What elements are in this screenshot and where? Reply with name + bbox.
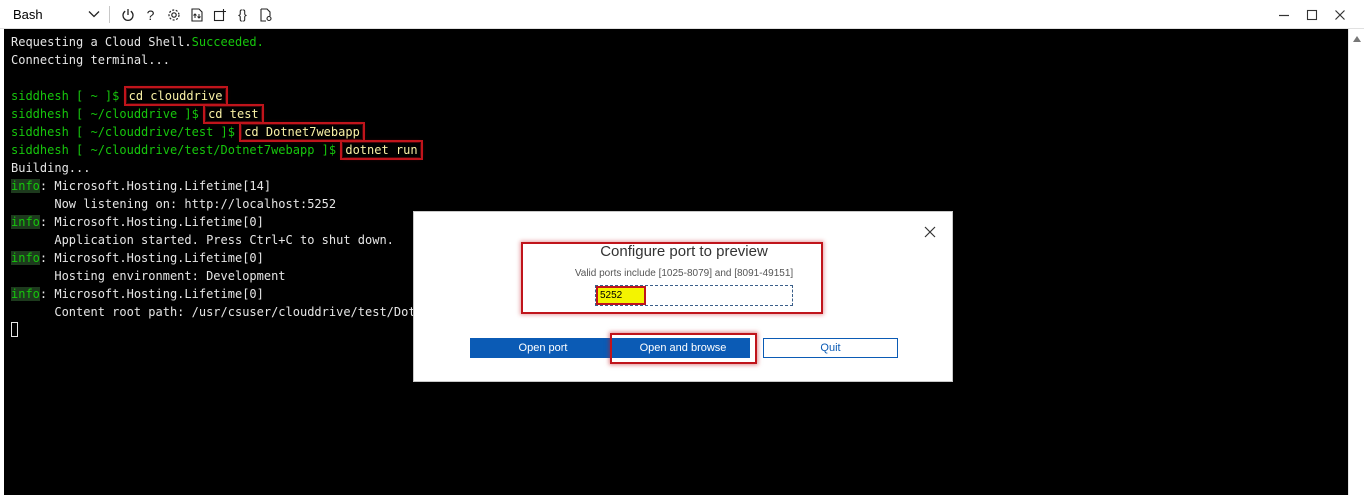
terminal-prompt-line: siddhesh [ ~ ]$ cd clouddrive [11,86,228,106]
info-badge: info [11,215,40,229]
cloud-shell-toolbar: Bash ? {} [0,0,1364,29]
open-and-browse-button[interactable]: Open and browse [616,338,750,358]
quit-button[interactable]: Quit [763,338,898,358]
dialog-title: Configure port to preview [600,243,768,260]
minimize-button[interactable] [1270,4,1298,25]
command-highlight: cd test [203,104,264,124]
port-input-value: 5252 [596,286,646,305]
terminal-line: Building... [11,161,91,175]
toolbar-actions: ? {} [116,4,277,25]
settings-button[interactable] [162,4,185,25]
info-badge: info [11,179,40,193]
configure-port-dialog: Configure port to preview Valid ports in… [413,211,953,382]
close-icon[interactable] [924,226,936,238]
maximize-icon [1306,9,1318,20]
editor-button[interactable]: {} [231,4,254,25]
terminal-prompt-line: siddhesh [ ~/clouddrive ]$ cd test [11,104,264,124]
toolbar-divider [109,6,110,23]
help-icon: ? [146,6,155,23]
command-highlight: cd Dotnet7webapp [239,122,365,142]
window-controls [1270,4,1354,25]
close-button[interactable] [1326,4,1354,25]
shell-type-label: Bash [13,6,43,22]
terminal-log-line: info: Microsoft.Hosting.Lifetime[14] [11,179,272,193]
command-highlight: cd clouddrive [123,86,228,106]
terminal-cursor [11,322,18,337]
restart-button[interactable] [116,4,139,25]
new-session-button[interactable] [208,4,231,25]
terminal-line: Connecting terminal... [11,53,170,67]
open-port-button[interactable]: Open port [470,338,616,358]
minimize-icon [1279,14,1289,16]
command-highlight: dotnet run [340,140,423,160]
chevron-down-icon [88,11,100,18]
port-input[interactable]: 5252 [595,285,793,306]
upload-download-button[interactable] [185,4,208,25]
help-button[interactable]: ? [139,4,162,25]
braces-icon: {} [238,7,247,22]
dialog-subtitle: Valid ports include [1025-8079] and [809… [574,268,794,279]
terminal-line: Requesting a Cloud Shell.Succeeded. [11,35,264,49]
power-icon [121,8,134,21]
shell-type-select[interactable]: Bash [4,3,104,25]
settings-icon [167,8,180,21]
terminal-prompt-line: siddhesh [ ~/clouddrive/test/Dotnet7weba… [11,140,423,160]
new-session-icon [213,8,226,21]
info-badge: info [11,287,40,301]
maximize-button[interactable] [1298,4,1326,25]
info-badge: info [11,251,40,265]
web-preview-button[interactable] [254,4,277,25]
terminal-prompt-line: siddhesh [ ~/clouddrive/test ]$ cd Dotne… [11,122,365,142]
scroll-up-icon[interactable] [1353,36,1361,42]
close-icon [1335,9,1345,20]
upload-download-icon [190,7,203,22]
web-preview-icon [259,7,272,22]
terminal-scrollbar[interactable] [1348,29,1364,495]
